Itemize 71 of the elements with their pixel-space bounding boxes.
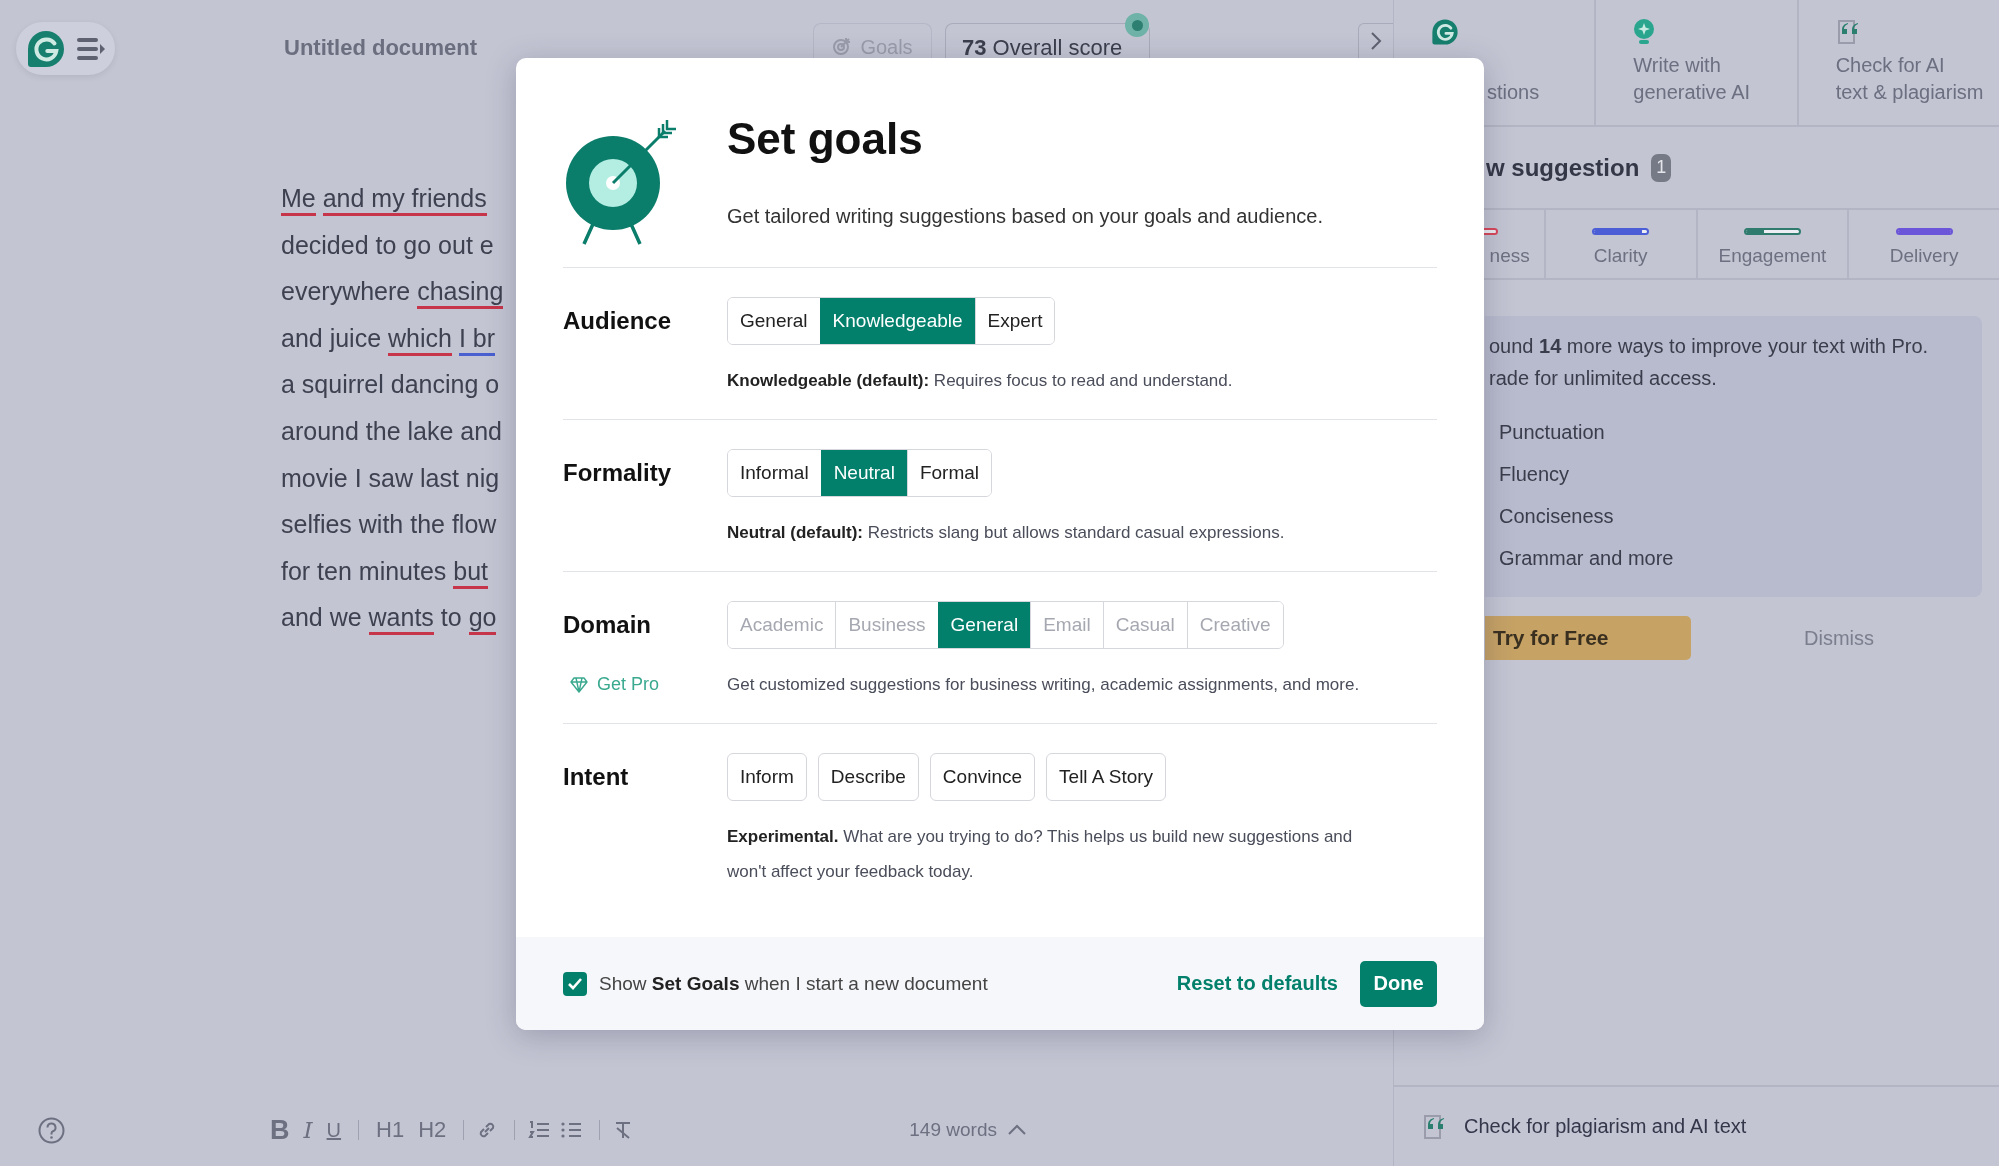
editor-line: movie I saw last nig bbox=[281, 462, 500, 494]
option-chip[interactable]: Describe bbox=[817, 753, 919, 801]
category-tab[interactable]: Delivery bbox=[1889, 245, 1959, 267]
numbered-list-icon[interactable] bbox=[527, 1119, 552, 1141]
reset-button[interactable]: Reset to defaults bbox=[1176, 972, 1338, 995]
category-tab[interactable]: Clarity bbox=[1593, 245, 1648, 267]
option-chip[interactable]: Inform bbox=[727, 753, 807, 801]
tab-label[interactable]: Write with generative AI bbox=[1633, 52, 1751, 106]
section-label: Audience bbox=[563, 307, 672, 335]
section-description: Experimental. What are you trying to do? This helps us build new suggestions and won't affect your feedback today. bbox=[727, 826, 1354, 883]
option-chip[interactable]: Tell A Story bbox=[1046, 753, 1167, 801]
editor-line: and juice which I br bbox=[281, 314, 496, 362]
format-button[interactable]: U bbox=[321, 1115, 347, 1145]
editor-line: everywhere chasing bbox=[281, 268, 504, 315]
format-button[interactable]: I bbox=[298, 1115, 318, 1145]
promo-text: rade for unlimited access. bbox=[1489, 366, 1717, 391]
segment-option[interactable]: Knowledgeable bbox=[819, 298, 975, 344]
checkbox[interactable] bbox=[563, 971, 587, 996]
chevron-right-icon bbox=[1369, 30, 1383, 52]
segment-option[interactable]: Expert bbox=[974, 298, 1055, 344]
status-dot bbox=[1125, 13, 1149, 37]
editor-line: for ten minutes but bbox=[281, 547, 489, 595]
lightbulb-icon[interactable] bbox=[1633, 18, 1656, 46]
section-description: Knowledgeable (default): Requires focus to read and understand. bbox=[727, 370, 1234, 392]
tab-label[interactable]: Check for AI text & plagiarism bbox=[1835, 52, 1984, 106]
option-chip[interactable]: Convince bbox=[929, 753, 1036, 801]
editor-line: a squirrel dancing o bbox=[281, 369, 500, 401]
checkbox-label: Show Set Goals when I start a new document bbox=[599, 972, 988, 995]
format-button[interactable]: B bbox=[265, 1115, 295, 1145]
feature-item: Conciseness bbox=[1499, 504, 1614, 529]
target-icon bbox=[832, 36, 853, 56]
feature-item: Punctuation bbox=[1499, 420, 1605, 445]
feature-item: Fluency bbox=[1499, 462, 1570, 487]
dialog-title: Set goals bbox=[727, 113, 923, 165]
section-label: Domain bbox=[563, 611, 651, 639]
category-tab[interactable]: Engagement bbox=[1718, 245, 1827, 267]
feature-item: Grammar and more bbox=[1499, 546, 1674, 571]
section-description: Get customized suggestions for business writing, academic assignments, and more. bbox=[727, 674, 1361, 696]
section-label: Intent bbox=[563, 763, 629, 791]
document-title: Untitled document bbox=[284, 35, 478, 61]
editor-line: and we wants to go bbox=[281, 594, 497, 641]
get-pro-link[interactable]: Get Pro bbox=[597, 674, 660, 695]
section-description: Neutral (default): Restricts slang but allows standard casual expressions. bbox=[727, 522, 1286, 544]
caret-up-icon bbox=[1006, 1124, 1027, 1136]
category-tab[interactable]: ness bbox=[1489, 245, 1530, 267]
check-icon bbox=[567, 976, 583, 991]
help-icon[interactable] bbox=[38, 1116, 65, 1144]
editor-line: selfies with the flow bbox=[281, 509, 497, 541]
editor-line: around the lake and bbox=[281, 415, 502, 447]
format-button[interactable]: H1 bbox=[371, 1115, 410, 1145]
done-button[interactable]: Done bbox=[1360, 960, 1437, 1007]
segment-option[interactable]: Neutral bbox=[820, 450, 907, 496]
segment-option[interactable]: General bbox=[937, 602, 1031, 648]
dialog-subtitle: Get tailored writing suggestions based on your goals and audience. bbox=[727, 204, 1323, 229]
count-badge: 1 bbox=[1651, 153, 1672, 182]
segment-option[interactable]: Formal bbox=[906, 450, 991, 496]
editor-line: decided to go out e bbox=[281, 229, 494, 261]
dismiss-button[interactable]: Dismiss bbox=[1804, 626, 1874, 650]
logo-icon[interactable] bbox=[26, 28, 66, 69]
format-button[interactable]: H2 bbox=[413, 1115, 452, 1145]
menu-icon[interactable] bbox=[76, 35, 106, 62]
logo-icon[interactable] bbox=[1431, 18, 1459, 46]
tab-label[interactable]: stions bbox=[1487, 79, 1540, 106]
section-label: Formality bbox=[563, 459, 672, 487]
diamond-icon bbox=[570, 676, 588, 693]
editor-line: Me and my friends bbox=[281, 175, 487, 222]
try-free-button[interactable]: Try for Free bbox=[1485, 616, 1691, 660]
section-heading: w suggestion bbox=[1486, 153, 1640, 182]
word-count-button[interactable]: 149 words bbox=[904, 1115, 1032, 1145]
promo-text: ound 14 more ways to improve your text with Pro. bbox=[1489, 334, 1929, 359]
plagiarism-check-link[interactable]: Check for plagiarism and AI text bbox=[1464, 1115, 1747, 1138]
